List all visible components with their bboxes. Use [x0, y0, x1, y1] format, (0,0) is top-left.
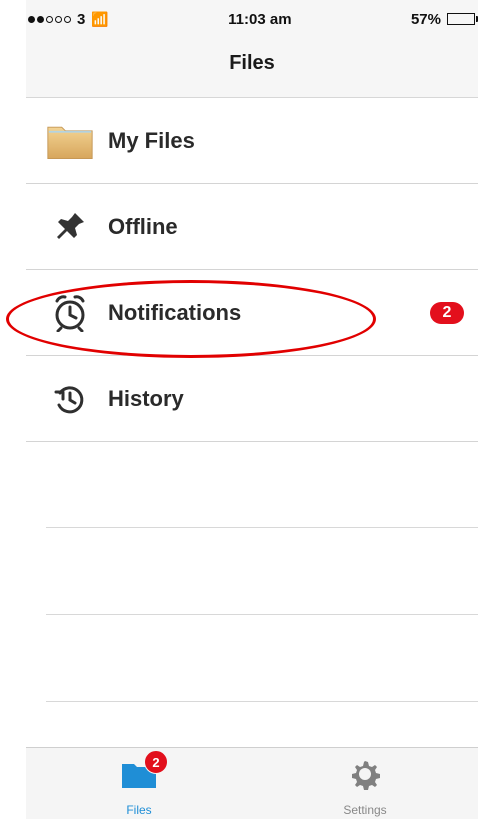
pin-icon	[46, 203, 94, 251]
bottom-tab-bar: 2 Files Settings	[26, 747, 478, 819]
menu-item-my-files[interactable]: My Files	[26, 98, 478, 184]
menu-label-notifications: Notifications	[108, 299, 242, 325]
menu-item-offline[interactable]: Offline	[26, 184, 478, 270]
status-time: 11:03 am	[228, 10, 292, 28]
menu-item-notifications[interactable]: Notifications 2	[6, 270, 478, 358]
files-menu-list: My Files Offline Notifications 2 History	[6, 98, 478, 442]
signal-strength-icon	[28, 15, 71, 23]
empty-separator	[46, 528, 478, 615]
tab-settings[interactable]: Settings	[252, 748, 478, 819]
status-right: 57%	[411, 11, 478, 28]
menu-label-history: History	[108, 385, 184, 411]
history-icon	[46, 375, 94, 423]
carrier-label: 3	[77, 10, 86, 28]
battery-percent: 57%	[410, 10, 441, 28]
folder-icon	[46, 117, 94, 165]
battery-icon	[446, 13, 478, 25]
menu-label-my-files: My Files	[108, 127, 195, 153]
folder-tab-icon	[26, 758, 252, 795]
alarm-clock-icon	[46, 289, 94, 337]
menu-label-offline: Offline	[108, 213, 178, 239]
empty-separator	[46, 441, 478, 528]
top-header: 3 📶 11:03 am 57% Files	[26, 0, 478, 98]
tab-files[interactable]: 2 Files	[26, 748, 252, 819]
files-tab-badge: 2	[144, 750, 168, 774]
status-left: 3 📶	[28, 11, 109, 28]
app-screen: 3 📶 11:03 am 57% Files My Files Offline …	[6, 0, 478, 819]
wifi-icon: 📶	[91, 11, 109, 27]
page-title: Files	[229, 52, 275, 74]
empty-separator	[46, 615, 478, 702]
empty-list-separators	[26, 441, 478, 702]
menu-item-history[interactable]: History	[26, 356, 478, 442]
tab-files-label: Files	[126, 803, 152, 817]
status-bar: 3 📶 11:03 am 57%	[26, 0, 478, 38]
notifications-count-badge: 2	[430, 301, 464, 324]
phone-screen: 3 📶 11:03 am 57% Files My Files Offline …	[0, 0, 478, 819]
tab-settings-label: Settings	[343, 803, 387, 817]
gear-icon	[252, 758, 478, 795]
